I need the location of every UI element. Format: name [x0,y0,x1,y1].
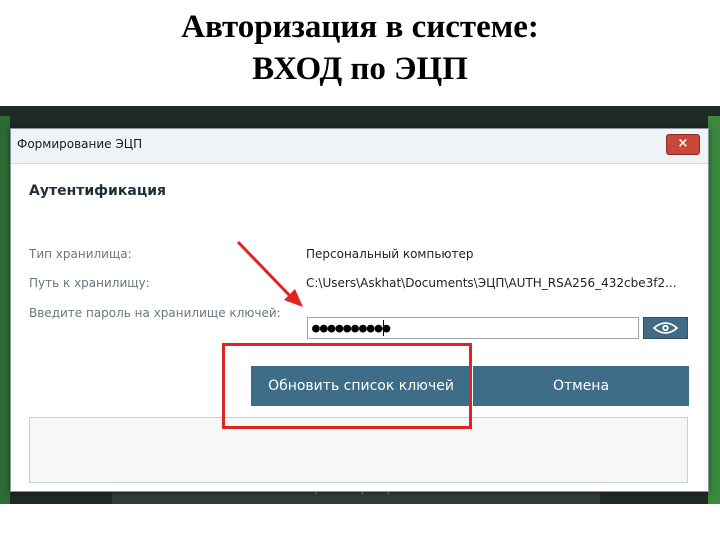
annotation-arrow-line [236,240,294,300]
annotation-overlay [236,240,303,307]
slide-title-line2: ВХОД по ЭЦП [252,51,468,87]
screenshot-area: Выбрать сертификат Формирование ЭЦП × Ау… [0,106,720,504]
slide-title-line1: Авторизация в системе: [181,9,539,45]
slide-title: Авторизация в системе: ВХОД по ЭЦП [0,6,720,90]
